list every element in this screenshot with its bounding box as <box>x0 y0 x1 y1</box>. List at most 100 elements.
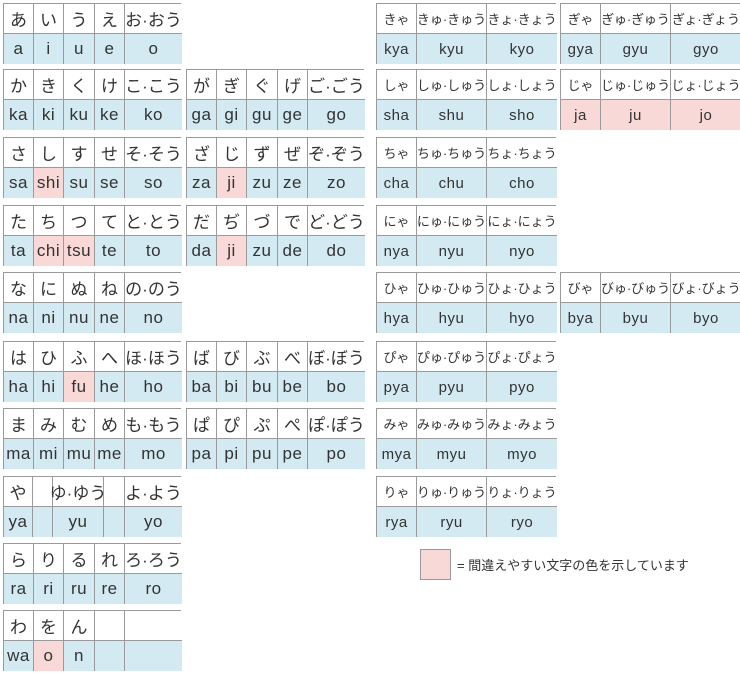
kana-row: きゃ きゅ·きゅう きょ·きょう <box>377 4 557 34</box>
kana-cell: ね <box>95 273 125 303</box>
romaji-cell: i <box>34 34 64 64</box>
kana-cell: べ <box>278 342 308 372</box>
kana-cell: じ <box>217 138 247 168</box>
kana-cell: ぜ <box>278 138 308 168</box>
group-ha: はひふへほ·ほう ha hi fu he ho <box>3 341 182 402</box>
kana-cell: ぴゃ <box>377 342 417 372</box>
group-za: ざじずぜぞ·ぞう za ji zu ze zo <box>186 137 365 198</box>
kana-cell: ぼ·ぼう <box>308 342 365 372</box>
kana-row: はひふへほ·ほう <box>4 342 182 372</box>
romaji-row: ja ju jo <box>561 100 740 130</box>
kana-cell: え <box>95 4 125 34</box>
kana-cell: みゅ·みゅう <box>417 409 487 439</box>
kana-row: ちゃ ちゅ·ちゅう ちょ·ちょう <box>377 138 557 168</box>
kana-cell: せ <box>95 138 125 168</box>
legend-swatch-confusable <box>420 549 451 580</box>
romaji-cell: fu <box>64 372 95 402</box>
group-pya: ぴゃ ぴゅ·ぴゅう ぴょ·ぴょう pya pyu pyo <box>376 341 557 402</box>
romaji-cell: n <box>64 641 95 671</box>
romaji-cell: cho <box>487 168 557 198</box>
romaji-cell: gu <box>247 100 278 130</box>
romaji-cell: o <box>34 641 64 671</box>
romaji-cell: o <box>125 34 182 64</box>
kana-cell: き <box>34 70 64 100</box>
group-nya: にゃ にゅ·にゅう にょ·にょう nya nyu nyo <box>376 205 557 266</box>
romaji-cell: pi <box>217 439 247 469</box>
romaji-cell: ji <box>217 168 247 198</box>
legend: = 間違えやすい文字の色を示しています <box>420 549 689 580</box>
romaji-cell: mya <box>377 439 417 469</box>
romaji-cell: ko <box>125 100 182 130</box>
romaji-cell: ru <box>64 574 95 604</box>
romaji-row: ga gi gu ge go <box>187 100 365 130</box>
romaji-cell: na <box>4 303 34 333</box>
group-ta: たちつてと·とう ta chi tsu te to <box>3 205 182 266</box>
romaji-cell: ki <box>34 100 64 130</box>
romaji-cell: ta <box>4 236 34 266</box>
group-ra: らりるれろ·ろう ra ri ru re ro <box>3 543 182 604</box>
kana-row: りゃ りゅ·りゅう りょ·りょう <box>377 477 557 507</box>
romaji-cell: mu <box>64 439 95 469</box>
kana-row: あいうえお·おう <box>4 4 182 34</box>
kana-row: やゆ·ゆう よ·よう <box>4 477 182 507</box>
romaji-cell: pu <box>247 439 278 469</box>
romaji-cell <box>125 641 182 671</box>
romaji-row: hya hyu hyo <box>377 303 557 333</box>
romaji-cell: ma <box>4 439 34 469</box>
group-na: なにぬねの·のう na ni nu ne no <box>3 272 182 333</box>
kana-cell: ぞ·ぞう <box>308 138 365 168</box>
kana-cell: ざ <box>187 138 217 168</box>
romaji-cell: nya <box>377 236 417 266</box>
romaji-row: sha shu sho <box>377 100 557 130</box>
kana-cell: む <box>64 409 95 439</box>
romaji-cell: me <box>95 439 125 469</box>
kana-row: ぴゃ ぴゅ·ぴゅう ぴょ·ぴょう <box>377 342 557 372</box>
kana-cell: り <box>34 544 64 574</box>
kana-cell: ろ·ろう <box>125 544 182 574</box>
romaji-cell: de <box>278 236 308 266</box>
kana-cell: な <box>4 273 34 303</box>
kana-cell: ぬ <box>64 273 95 303</box>
romaji-cell: mi <box>34 439 64 469</box>
kana-cell: ど·どう <box>308 206 365 236</box>
kana-cell: みょ·みょう <box>487 409 557 439</box>
romaji-cell: cha <box>377 168 417 198</box>
romaji-row: ra ri ru re ro <box>4 574 182 604</box>
romaji-row: ma mi mu me mo <box>4 439 182 469</box>
kana-row: しゃ しゅ·しゅう しょ·しょう <box>377 70 557 100</box>
kana-row: ひゃ ひゅ·ひゅう ひょ·ひょう <box>377 273 557 303</box>
kana-cell: びょ·びょう <box>671 273 740 303</box>
romaji-cell: byo <box>671 303 740 333</box>
kana-row: びゃ びゅ·びゅう びょ·びょう <box>561 273 740 303</box>
kana-cell: ゆ·ゆう <box>50 477 106 507</box>
romaji-row: pya pyu pyo <box>377 372 557 402</box>
kana-cell: ぽ·ぽう <box>308 409 365 439</box>
kana-cell: び <box>217 342 247 372</box>
group-rya: りゃ りゅ·りゅう りょ·りょう rya ryu ryo <box>376 476 557 537</box>
romaji-cell: u <box>64 34 95 64</box>
group-gya: ぎゃ ぎゅ·ぎゅう ぎょ·ぎょう gya gyu gyo <box>560 3 740 64</box>
group-hya: ひゃ ひゅ·ひゅう ひょ·ひょう hya hyu hyo <box>376 272 557 333</box>
kana-cell: きょ·きょう <box>487 4 557 34</box>
kana-cell: ぐ <box>247 70 278 100</box>
romaji-cell: ha <box>4 372 34 402</box>
romaji-cell: re <box>95 574 125 604</box>
kana-cell: ぺ <box>278 409 308 439</box>
kana-cell: ひゅ·ひゅう <box>417 273 487 303</box>
kana-cell: りゅ·りゅう <box>417 477 487 507</box>
romaji-row: wa o n <box>4 641 182 671</box>
kana-row: ぱぴぷぺぽ·ぽう <box>187 409 365 439</box>
romaji-cell: go <box>308 100 365 130</box>
romaji-cell: ka <box>4 100 34 130</box>
romaji-cell: chu <box>417 168 487 198</box>
kana-cell: ぴゅ·ぴゅう <box>417 342 487 372</box>
romaji-cell: kyu <box>417 34 487 64</box>
romaji-cell: bi <box>217 372 247 402</box>
kana-row: ぎゃ ぎゅ·ぎゅう ぎょ·ぎょう <box>561 4 740 34</box>
romaji-cell: ro <box>125 574 182 604</box>
romaji-cell: gyu <box>601 34 671 64</box>
group-mya: みゃ みゅ·みゅう みょ·みょう mya myu myo <box>376 408 557 469</box>
group-ja: じゃ じゅ·じゅう じょ·じょう ja ju jo <box>560 69 740 130</box>
kana-cell: だ <box>187 206 217 236</box>
kana-cell: ちょ·ちょう <box>487 138 557 168</box>
